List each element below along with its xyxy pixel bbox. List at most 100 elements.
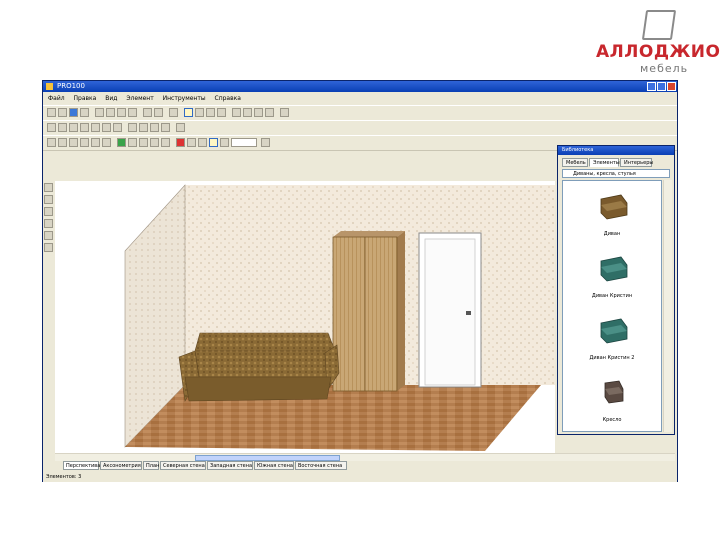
flip-button[interactable] xyxy=(150,123,159,132)
menu-view[interactable]: Вид xyxy=(105,95,117,102)
undo-button[interactable] xyxy=(143,108,152,117)
tool-2-button[interactable] xyxy=(44,195,53,204)
library-item[interactable]: Диван xyxy=(563,183,661,245)
zoom-select[interactable] xyxy=(231,138,257,147)
view-mode-4-button[interactable] xyxy=(217,108,226,117)
left-toolbar xyxy=(43,181,55,451)
library-item-label: Диван Кристин xyxy=(591,293,633,299)
print-button[interactable] xyxy=(80,108,89,117)
text-button[interactable] xyxy=(161,138,170,147)
sofa-thumbnail-icon xyxy=(600,318,628,344)
new-button[interactable] xyxy=(47,108,56,117)
scale-button[interactable] xyxy=(176,123,185,132)
save-button[interactable] xyxy=(69,108,78,117)
menu-help[interactable]: Справка xyxy=(215,95,241,102)
menu-bar: Файл Правка Вид Элемент Инструменты Спра… xyxy=(43,93,677,104)
align-bottom-button[interactable] xyxy=(80,123,89,132)
render-button[interactable] xyxy=(209,138,218,147)
open-button[interactable] xyxy=(58,108,67,117)
orbit-button[interactable] xyxy=(261,138,270,147)
app-window: PRO100 Файл Правка Вид Элемент Инструмен… xyxy=(42,80,678,482)
sofa-thumbnail-icon xyxy=(600,194,628,220)
texture-button[interactable] xyxy=(117,138,126,147)
redo-button[interactable] xyxy=(154,108,163,117)
door xyxy=(418,232,482,388)
wall-button[interactable] xyxy=(265,108,274,117)
library-folder-select[interactable]: Диваны, кресла, стулья xyxy=(562,169,670,178)
view-mode-2-button[interactable] xyxy=(195,108,204,117)
library-scrollbar[interactable] xyxy=(663,180,672,432)
menu-edit[interactable]: Правка xyxy=(74,95,97,102)
tab-east-wall[interactable]: Восточная стена xyxy=(295,461,347,470)
tab-south-wall[interactable]: Южная стена xyxy=(254,461,294,470)
properties-button[interactable] xyxy=(169,108,178,117)
minimize-button[interactable] xyxy=(647,82,656,91)
library-item[interactable]: Кресло xyxy=(563,369,661,431)
tab-perspective[interactable]: Перспектива xyxy=(63,461,100,470)
toolbar-standard xyxy=(43,105,677,121)
cut-button[interactable] xyxy=(95,108,104,117)
delete-button[interactable] xyxy=(128,108,137,117)
rotate-right-button[interactable] xyxy=(139,123,148,132)
group-button[interactable] xyxy=(91,123,100,132)
cube-3-button[interactable] xyxy=(69,138,78,147)
scene-viewport[interactable] xyxy=(55,181,555,453)
logo-subtitle: мебель xyxy=(640,62,689,75)
tab-elements[interactable]: Элементы xyxy=(589,158,620,167)
tool-4-button[interactable] xyxy=(44,219,53,228)
library-panel: Библиотека Мебель Элементы Интерьеры Див… xyxy=(557,145,675,435)
tool-3-button[interactable] xyxy=(44,207,53,216)
library-item-label: Диван Кристин 2 xyxy=(589,355,635,361)
cube-1-button[interactable] xyxy=(47,138,56,147)
armchair-thumbnail-icon xyxy=(604,380,624,404)
align-top-button[interactable] xyxy=(69,123,78,132)
ungroup-button[interactable] xyxy=(102,123,111,132)
tab-interiors[interactable]: Интерьеры xyxy=(620,158,653,167)
cube-5-button[interactable] xyxy=(91,138,100,147)
library-item[interactable]: Диван Кристин xyxy=(563,245,661,307)
material-button[interactable] xyxy=(128,138,137,147)
tab-west-wall[interactable]: Западная стена xyxy=(207,461,253,470)
logo-brand-text: АЛЛОДЖИО xyxy=(596,42,720,62)
logo-mark-icon xyxy=(641,10,677,40)
target-button[interactable] xyxy=(198,138,207,147)
menu-file[interactable]: Файл xyxy=(48,95,65,102)
window-title: PRO100 xyxy=(57,82,85,90)
tool-6-button[interactable] xyxy=(44,243,53,252)
light-button[interactable] xyxy=(139,138,148,147)
title-bar: PRO100 xyxy=(43,81,677,92)
menu-element[interactable]: Элемент xyxy=(126,95,153,102)
library-item[interactable]: Диван Кристин 2 xyxy=(563,307,661,369)
rotate-left-button[interactable] xyxy=(128,123,137,132)
measure-button[interactable] xyxy=(254,108,263,117)
paste-button[interactable] xyxy=(117,108,126,117)
align-left-button[interactable] xyxy=(47,123,56,132)
snap-button[interactable] xyxy=(243,108,252,117)
record-button[interactable] xyxy=(176,138,185,147)
zoom-button[interactable] xyxy=(220,138,229,147)
mirror-button[interactable] xyxy=(113,123,122,132)
shadow-button[interactable] xyxy=(150,138,159,147)
sum-button[interactable] xyxy=(280,108,289,117)
tool-5-button[interactable] xyxy=(44,231,53,240)
tab-plan[interactable]: План xyxy=(143,461,159,470)
align-right-button[interactable] xyxy=(58,123,67,132)
view-mode-button[interactable] xyxy=(184,108,193,117)
grid-button[interactable] xyxy=(232,108,241,117)
select-tool-button[interactable] xyxy=(44,183,53,192)
library-item-list[interactable]: Диван Диван Кристин Диван Кристин 2 Крес… xyxy=(562,180,662,432)
tab-furniture[interactable]: Мебель xyxy=(562,158,588,167)
cube-4-button[interactable] xyxy=(80,138,89,147)
brand-logo: АЛЛОДЖИО мебель xyxy=(596,10,720,76)
view-mode-3-button[interactable] xyxy=(206,108,215,117)
tab-axonometry[interactable]: Аксонометрия xyxy=(100,461,142,470)
cube-2-button[interactable] xyxy=(58,138,67,147)
move-button[interactable] xyxy=(161,123,170,132)
tab-north-wall[interactable]: Северная стена xyxy=(160,461,206,470)
cube-6-button[interactable] xyxy=(102,138,111,147)
close-button[interactable] xyxy=(667,82,676,91)
copy-button[interactable] xyxy=(106,108,115,117)
menu-tools[interactable]: Инструменты xyxy=(163,95,206,102)
maximize-button[interactable] xyxy=(657,82,666,91)
camera-button[interactable] xyxy=(187,138,196,147)
